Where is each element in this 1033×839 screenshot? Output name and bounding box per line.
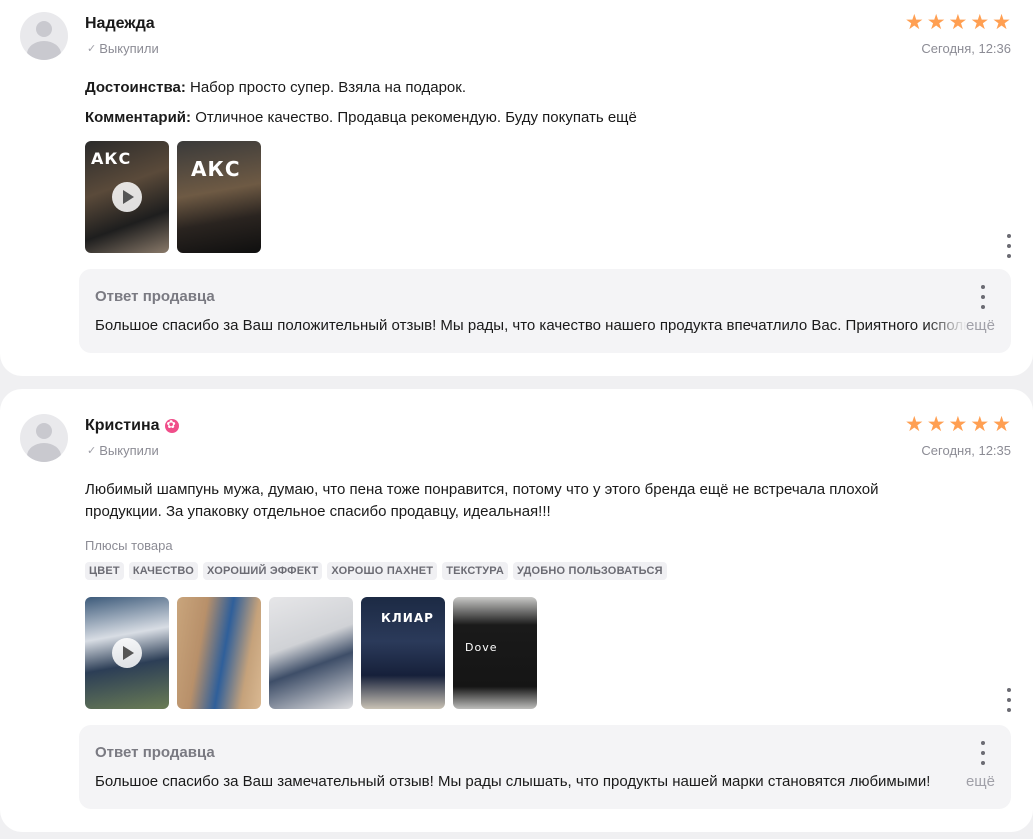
pros-tags: Цвет Качество Хороший эффект Хорошо пахн…	[85, 562, 667, 580]
seller-reply: Ответ продавца Большое спасибо за Ваш по…	[79, 269, 1011, 353]
check-icon: ✓	[87, 43, 97, 55]
seller-reply-menu-button[interactable]	[980, 741, 986, 765]
star-icon: ★	[926, 413, 946, 436]
seller-reply-title: Ответ продавца	[95, 288, 215, 305]
review-date: Сегодня, 12:36	[921, 41, 1011, 56]
review-menu-button[interactable]	[1006, 688, 1012, 712]
bought-status: ✓ Выкупили	[87, 443, 159, 458]
star-icon: ★	[948, 413, 968, 436]
advantages-label: Достоинства:	[85, 79, 186, 96]
review-date: Сегодня, 12:35	[921, 443, 1011, 458]
review-photo-thumb[interactable]	[269, 597, 353, 709]
play-icon	[112, 638, 142, 668]
advantages-text: Набор просто супер. Взяла на подарок.	[190, 79, 466, 96]
review-author[interactable]: Надежда	[85, 15, 155, 33]
avatar	[20, 12, 68, 60]
author-name: Надежда	[85, 15, 155, 32]
review-video-thumb[interactable]: АКС	[85, 141, 169, 253]
review-card: Кристина ✓ Выкупили ★ ★ ★ ★ ★ Сегодня, 1…	[0, 389, 1033, 832]
check-icon: ✓	[87, 445, 97, 457]
star-icon: ★	[926, 11, 946, 34]
pros-tag: Хорошо пахнет	[327, 562, 438, 580]
seller-reply-text: Большое спасибо за Ваш положительный отз…	[95, 317, 980, 334]
review-photo-thumb[interactable]: Dove	[453, 597, 537, 709]
author-name: Кристина	[85, 417, 160, 434]
avatar-head-icon	[36, 423, 52, 439]
comment-text: Отличное качество. Продавца рекомендую. …	[195, 109, 637, 126]
bought-label: Выкупили	[99, 41, 159, 56]
review-video-thumb[interactable]	[85, 597, 169, 709]
star-icon: ★	[970, 11, 990, 34]
review-menu-button[interactable]	[1006, 234, 1012, 258]
pros-tag: Текстура	[442, 562, 508, 580]
play-icon	[112, 182, 142, 212]
avatar-body-icon	[27, 443, 61, 462]
avatar-head-icon	[36, 21, 52, 37]
review-photo-thumb[interactable]: КЛИАР	[361, 597, 445, 709]
comment-line: Комментарий: Отличное качество. Продавца…	[85, 107, 965, 129]
rating-stars: ★ ★ ★ ★ ★	[905, 12, 1011, 33]
avatar	[20, 414, 68, 462]
star-icon: ★	[904, 413, 924, 436]
star-icon: ★	[970, 413, 990, 436]
thumb-label: АКС	[91, 149, 132, 168]
star-icon: ★	[948, 11, 968, 34]
review-text-line-2: продукции. За упаковку отдельное спасибо…	[85, 503, 551, 520]
seller-reply-title: Ответ продавца	[95, 744, 215, 761]
pros-tag: Качество	[128, 562, 198, 580]
seller-reply: Ответ продавца Большое спасибо за Ваш за…	[79, 725, 1011, 809]
bought-status: ✓ Выкупили	[87, 41, 159, 56]
pros-label: Плюсы товара	[85, 538, 173, 553]
comment-label: Комментарий:	[85, 109, 192, 126]
star-icon: ★	[992, 11, 1011, 34]
thumb-label: Dove	[465, 641, 498, 654]
review-author[interactable]: Кристина	[85, 417, 179, 435]
thumb-label: АКС	[191, 157, 241, 181]
review-photo-thumb[interactable]	[177, 597, 261, 709]
review-photos: АКС АКС	[85, 141, 261, 253]
review-text-line-1: Любимый шампунь мужа, думаю, что пена то…	[85, 481, 879, 498]
pros-tag: Цвет	[85, 562, 124, 580]
review-card: Надежда ✓ Выкупили ★ ★ ★ ★ ★ Сегодня, 12…	[0, 0, 1033, 376]
seller-reply-more-link[interactable]: ещё	[966, 317, 995, 334]
pros-tag: Удобно пользоваться	[512, 562, 667, 580]
avatar-body-icon	[27, 41, 61, 60]
star-icon: ★	[992, 413, 1011, 436]
rating-stars: ★ ★ ★ ★ ★	[905, 414, 1011, 435]
review-photos: КЛИАР Dove	[85, 597, 537, 709]
seller-reply-more-link[interactable]: ещё	[966, 773, 995, 790]
star-icon: ★	[904, 11, 924, 34]
seller-reply-text: Большое спасибо за Ваш замечательный отз…	[95, 773, 931, 790]
thumb-label: КЛИАР	[381, 611, 434, 625]
review-photo-thumb[interactable]: АКС	[177, 141, 261, 253]
pros-tag: Хороший эффект	[202, 562, 323, 580]
seller-reply-menu-button[interactable]	[980, 285, 986, 309]
advantages-line: Достоинства: Набор просто супер. Взяла н…	[85, 77, 965, 99]
bought-label: Выкупили	[99, 443, 159, 458]
flower-badge-icon	[164, 418, 179, 433]
